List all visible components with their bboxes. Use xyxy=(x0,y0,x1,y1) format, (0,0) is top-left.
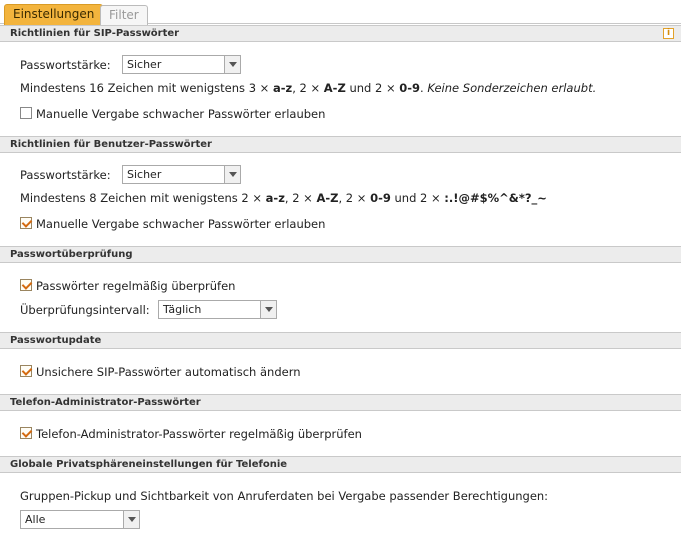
privacy-pickup-value: Alle xyxy=(25,513,46,526)
user-strength-label: Passwortstärke: xyxy=(20,168,111,182)
check-interval-label: Überprüfungsintervall: xyxy=(20,303,150,317)
sip-rule-text: Mindestens 16 Zeichen mit wenigstens 3 ×… xyxy=(20,81,597,95)
section-title-user: Richtlinien für Benutzer-Passwörter xyxy=(10,139,212,150)
check-interval-value: Täglich xyxy=(163,303,202,316)
section-header-update: Passwortupdate xyxy=(0,332,681,349)
chevron-down-icon xyxy=(224,166,240,183)
user-strength-value: Sicher xyxy=(127,168,162,181)
sip-strength-select[interactable]: Sicher xyxy=(122,55,241,74)
chevron-down-icon xyxy=(224,56,240,73)
privacy-pickup-label: Gruppen-Pickup und Sichtbarkeit von Anru… xyxy=(20,489,549,503)
sip-manual-checkbox[interactable] xyxy=(20,107,32,119)
tab-filter[interactable]: Filter xyxy=(100,5,148,25)
section-title-update: Passwortupdate xyxy=(10,335,102,346)
user-manual-checkbox[interactable] xyxy=(20,217,32,229)
section-title-sip: Richtlinien für SIP-Passwörter xyxy=(10,28,180,39)
update-auto-checkbox[interactable] xyxy=(20,365,32,377)
update-auto-label: Unsichere SIP-Passwörter automatisch änd… xyxy=(36,365,301,379)
tab-bar: Einstellungen Filter xyxy=(0,0,681,25)
sip-manual-label: Manuelle Vergabe schwacher Passwörter er… xyxy=(36,107,326,121)
section-header-admin: Telefon-Administrator-Passwörter xyxy=(0,394,681,411)
sip-strength-label: Passwortstärke: xyxy=(20,58,111,72)
check-regular-label: Passwörter regelmäßig überprüfen xyxy=(36,279,236,293)
section-header-user: Richtlinien für Benutzer-Passwörter xyxy=(0,136,681,153)
admin-check-checkbox[interactable] xyxy=(20,427,32,439)
section-header-privacy: Globale Privatsphäreneinstellungen für T… xyxy=(0,456,681,473)
info-icon[interactable]: i xyxy=(663,28,674,39)
user-rule-text: Mindestens 8 Zeichen mit wenigstens 2 × … xyxy=(20,191,547,205)
check-interval-select[interactable]: Täglich xyxy=(158,300,277,319)
section-title-check: Passwortüberprüfung xyxy=(10,249,133,260)
user-manual-label: Manuelle Vergabe schwacher Passwörter er… xyxy=(36,217,326,231)
check-regular-checkbox[interactable] xyxy=(20,279,32,291)
chevron-down-icon xyxy=(260,301,276,318)
chevron-down-icon xyxy=(123,511,139,528)
tab-settings[interactable]: Einstellungen xyxy=(4,4,104,25)
sip-strength-value: Sicher xyxy=(127,58,162,71)
privacy-pickup-select[interactable]: Alle xyxy=(20,510,140,529)
section-title-admin: Telefon-Administrator-Passwörter xyxy=(10,397,201,408)
user-strength-select[interactable]: Sicher xyxy=(122,165,241,184)
section-header-check: Passwortüberprüfung xyxy=(0,246,681,263)
admin-check-label: Telefon-Administrator-Passwörter regelmä… xyxy=(36,427,362,441)
section-title-privacy: Globale Privatsphäreneinstellungen für T… xyxy=(10,459,288,470)
section-header-sip: Richtlinien für SIP-Passwörter i xyxy=(0,25,681,42)
